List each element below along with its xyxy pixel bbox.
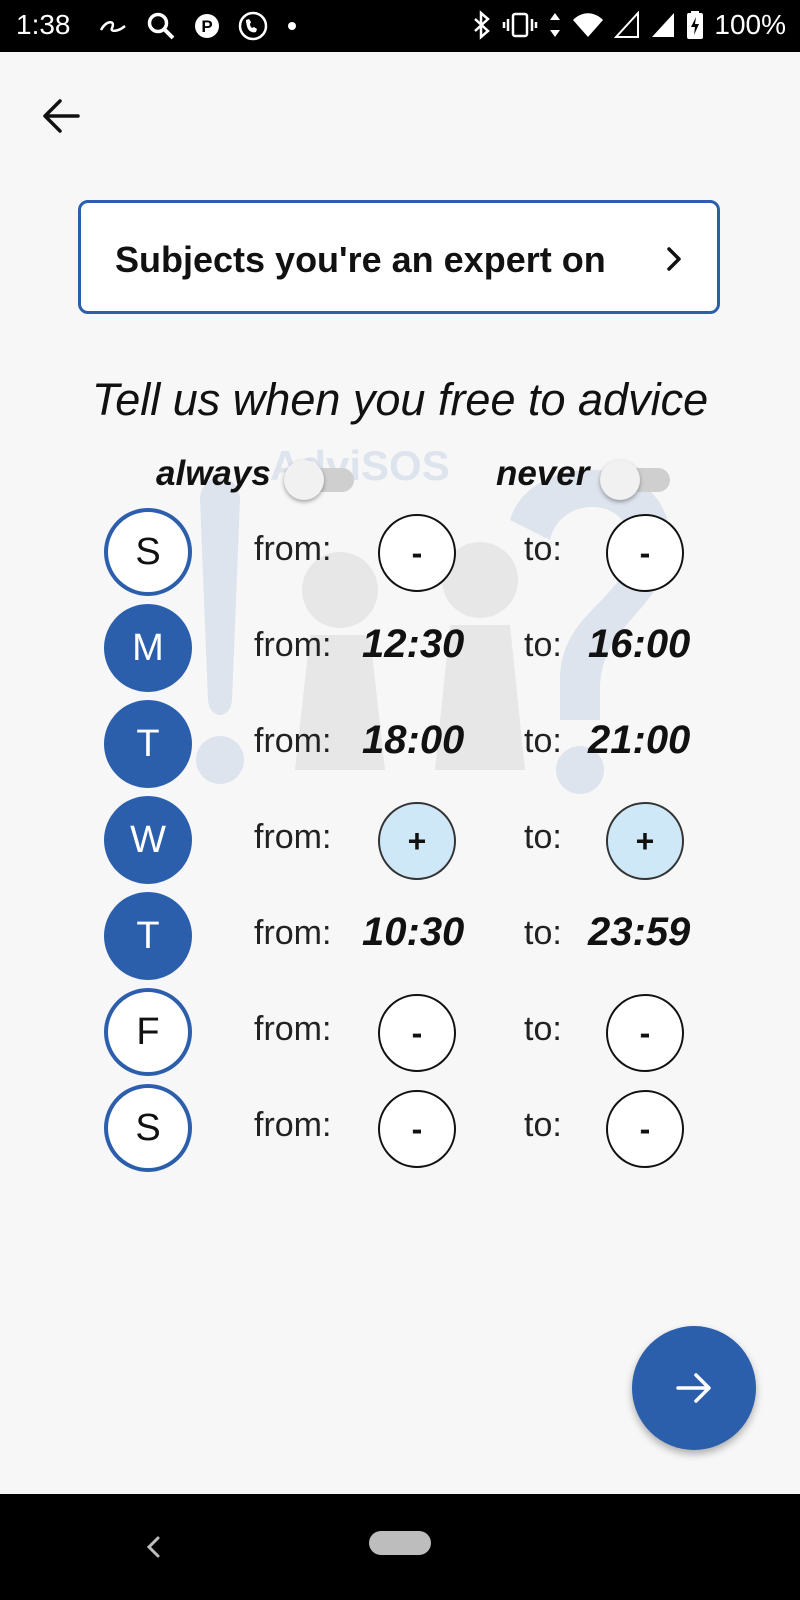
day-row: Tfrom: to: 10:30 23:59 — [0, 892, 800, 982]
day-toggle-button[interactable]: S — [104, 508, 192, 596]
home-pill-icon[interactable] — [369, 1531, 431, 1555]
to-label: to: — [524, 818, 562, 856]
never-label: never — [496, 454, 590, 493]
from-label: from: — [254, 1106, 332, 1144]
to-time-value[interactable]: 21:00 — [588, 718, 690, 763]
subjects-label: Subjects you're an expert on — [115, 239, 606, 280]
battery-charging-icon — [687, 11, 704, 39]
to-time-value[interactable]: 16:00 — [588, 622, 690, 667]
from-time-button[interactable]: - — [378, 1090, 456, 1168]
always-label: always — [156, 454, 271, 493]
day-row: Wfrom: to: + + — [0, 796, 800, 886]
to-time-button[interactable]: - — [606, 514, 684, 592]
system-icons: 100% — [472, 9, 786, 41]
day-row: Ffrom: to: - - — [0, 988, 800, 1078]
to-time-value[interactable]: 23:59 — [588, 910, 690, 955]
never-toggle[interactable] — [600, 458, 672, 500]
wifi-icon — [573, 13, 604, 37]
to-label: to: — [524, 1010, 562, 1048]
from-time-button[interactable]: - — [378, 994, 456, 1072]
back-button[interactable] — [36, 90, 88, 142]
arrow-forward-icon — [676, 1373, 711, 1403]
phone-call-icon — [238, 11, 268, 41]
day-row: Mfrom: to: 12:30 16:00 — [0, 604, 800, 694]
signal-icon — [614, 11, 640, 38]
from-time-button[interactable]: + — [378, 802, 456, 880]
status-bar: 1:38 P 100% — [0, 0, 800, 52]
bluetooth-icon — [474, 10, 491, 40]
next-button[interactable] — [632, 1326, 756, 1450]
to-time-button[interactable]: - — [606, 1090, 684, 1168]
chevron-right-icon — [667, 247, 681, 271]
availability-heading: Tell us when you free to advice — [91, 374, 709, 425]
from-label: from: — [254, 1010, 332, 1048]
from-label: from: — [254, 722, 332, 760]
from-time-button[interactable]: - — [378, 514, 456, 592]
navigation-bar — [0, 1494, 800, 1600]
to-label: to: — [524, 530, 562, 568]
day-row: Sfrom: to: - - — [0, 508, 800, 598]
to-label: to: — [524, 626, 562, 664]
always-toggle[interactable] — [284, 458, 356, 500]
notification-dot-icon — [288, 22, 296, 30]
to-label: to: — [524, 914, 562, 952]
signal-icon — [652, 13, 675, 37]
from-label: from: — [254, 530, 332, 568]
svg-text:P: P — [201, 17, 212, 36]
to-time-button[interactable]: + — [606, 802, 684, 880]
subjects-card[interactable]: Subjects you're an expert on — [78, 200, 720, 314]
from-label: from: — [254, 818, 332, 856]
day-toggle-button[interactable]: F — [104, 988, 192, 1076]
day-toggle-button[interactable]: W — [104, 796, 192, 884]
search-icon — [147, 12, 175, 40]
status-time: 1:38 — [16, 9, 71, 40]
day-row: Sfrom: to: - - — [0, 1084, 800, 1174]
day-toggle-button[interactable]: M — [104, 604, 192, 692]
from-label: from: — [254, 626, 332, 664]
to-label: to: — [524, 1106, 562, 1144]
to-time-button[interactable]: - — [606, 994, 684, 1072]
vibrate-icon — [503, 12, 538, 38]
notification-icons: P — [98, 10, 298, 42]
day-toggle-button[interactable]: S — [104, 1084, 192, 1172]
from-label: from: — [254, 914, 332, 952]
day-toggle-button[interactable]: T — [104, 892, 192, 980]
parking-icon: P — [195, 14, 219, 38]
data-arrows-icon — [550, 13, 561, 37]
arrow-back-icon — [43, 99, 80, 133]
day-toggle-button[interactable]: T — [104, 700, 192, 788]
alibaba-icon — [99, 21, 126, 32]
from-time-value[interactable]: 18:00 — [362, 718, 464, 763]
battery-percent: 100% — [714, 9, 786, 40]
from-time-value[interactable]: 10:30 — [362, 910, 464, 955]
from-time-value[interactable]: 12:30 — [362, 622, 464, 667]
nav-back-icon[interactable] — [140, 1532, 166, 1562]
day-row: Tfrom: to: 18:00 21:00 — [0, 700, 800, 790]
to-label: to: — [524, 722, 562, 760]
